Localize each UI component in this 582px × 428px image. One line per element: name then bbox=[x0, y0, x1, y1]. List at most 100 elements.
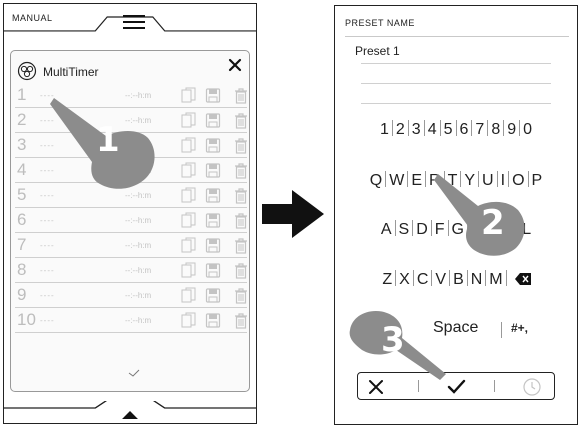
save-icon[interactable] bbox=[205, 287, 221, 304]
key-separator bbox=[449, 270, 451, 286]
key-7[interactable]: 7 bbox=[474, 121, 485, 139]
copy-icon[interactable] bbox=[181, 287, 197, 304]
copy-icon[interactable] bbox=[181, 237, 197, 254]
key-v[interactable]: V bbox=[434, 271, 447, 289]
key-separator bbox=[519, 120, 521, 136]
key-q[interactable]: Q bbox=[369, 172, 383, 190]
key-d[interactable]: D bbox=[415, 221, 429, 239]
input-line bbox=[361, 83, 551, 84]
timer-row[interactable]: 7 ---- --:--h:m bbox=[15, 233, 247, 258]
timer-row[interactable]: 6 ---- --:--h:m bbox=[15, 208, 247, 233]
key-separator bbox=[466, 270, 468, 286]
trash-icon[interactable] bbox=[233, 287, 249, 304]
keyboard-row-3: ZXCVBNM bbox=[335, 270, 577, 289]
key-e[interactable]: E bbox=[410, 172, 423, 190]
trash-icon[interactable] bbox=[233, 262, 249, 279]
key-w[interactable]: W bbox=[388, 172, 405, 190]
key-c[interactable]: C bbox=[416, 271, 430, 289]
trash-icon[interactable] bbox=[233, 112, 249, 129]
symbols-key[interactable]: #+, bbox=[511, 321, 528, 335]
timer-row[interactable]: 10 ---- --:--h:m bbox=[15, 308, 247, 333]
key-x[interactable]: X bbox=[398, 271, 411, 289]
save-icon[interactable] bbox=[205, 187, 221, 204]
timer-duration: --:--h:m bbox=[125, 316, 152, 325]
key-b[interactable]: B bbox=[452, 271, 465, 289]
timer-index: 6 bbox=[17, 210, 27, 229]
bottom-tab-shape[interactable] bbox=[4, 401, 256, 423]
trash-icon[interactable] bbox=[233, 237, 249, 254]
key-0[interactable]: 0 bbox=[522, 121, 533, 139]
save-icon[interactable] bbox=[205, 312, 221, 329]
key-separator bbox=[430, 220, 432, 236]
copy-icon[interactable] bbox=[181, 112, 197, 129]
key-a[interactable]: A bbox=[380, 221, 393, 239]
key-separator bbox=[501, 322, 502, 338]
key-3[interactable]: 3 bbox=[411, 121, 422, 139]
save-icon[interactable] bbox=[205, 237, 221, 254]
trash-icon[interactable] bbox=[233, 312, 249, 329]
copy-icon[interactable] bbox=[181, 137, 197, 154]
keyboard-digit-row: 1234567890 bbox=[335, 120, 577, 139]
close-icon[interactable] bbox=[227, 57, 243, 73]
bar-separator bbox=[418, 380, 419, 392]
key-8[interactable]: 8 bbox=[490, 121, 501, 139]
timer-index: 7 bbox=[17, 235, 27, 254]
key-separator bbox=[412, 220, 414, 236]
timer-duration: --:--h:m bbox=[125, 266, 152, 275]
backspace-icon[interactable] bbox=[514, 273, 531, 285]
timer-row[interactable]: 9 ---- --:--h:m bbox=[15, 283, 247, 308]
confirm-check-icon[interactable] bbox=[126, 367, 142, 379]
save-icon[interactable] bbox=[205, 137, 221, 154]
key-separator bbox=[485, 270, 487, 286]
key-separator bbox=[407, 171, 409, 187]
copy-icon[interactable] bbox=[181, 262, 197, 279]
preset-name-label: PRESET NAME bbox=[345, 18, 415, 28]
key-p[interactable]: P bbox=[531, 172, 544, 190]
key-5[interactable]: 5 bbox=[443, 121, 454, 139]
timer-duration: --:--h:m bbox=[125, 291, 152, 300]
timer-row[interactable]: 8 ---- --:--h:m bbox=[15, 258, 247, 283]
key-1[interactable]: 1 bbox=[379, 121, 390, 139]
key-n[interactable]: N bbox=[470, 271, 484, 289]
divider bbox=[345, 36, 569, 37]
trash-icon[interactable] bbox=[233, 87, 249, 104]
key-9[interactable]: 9 bbox=[506, 121, 517, 139]
key-separator bbox=[527, 171, 529, 187]
key-separator bbox=[412, 270, 414, 286]
save-icon[interactable] bbox=[205, 87, 221, 104]
key-s[interactable]: S bbox=[398, 221, 411, 239]
save-icon[interactable] bbox=[205, 212, 221, 229]
key-separator bbox=[425, 171, 427, 187]
copy-icon[interactable] bbox=[181, 162, 197, 179]
trash-icon[interactable] bbox=[233, 187, 249, 204]
key-6[interactable]: 6 bbox=[459, 121, 470, 139]
key-m[interactable]: M bbox=[488, 271, 503, 289]
copy-icon[interactable] bbox=[181, 312, 197, 329]
save-icon[interactable] bbox=[205, 162, 221, 179]
input-underline bbox=[361, 63, 551, 64]
copy-icon[interactable] bbox=[181, 212, 197, 229]
copy-icon[interactable] bbox=[181, 87, 197, 104]
confirm-check-icon[interactable] bbox=[446, 377, 466, 397]
key-separator bbox=[407, 120, 409, 136]
hamburger-icon[interactable] bbox=[123, 15, 145, 29]
save-icon[interactable] bbox=[205, 262, 221, 279]
preset-name-input[interactable]: Preset 1 bbox=[355, 44, 400, 58]
cancel-x-icon[interactable] bbox=[366, 377, 386, 397]
copy-icon[interactable] bbox=[181, 187, 197, 204]
tap-hand-step-2 bbox=[434, 174, 525, 256]
key-z[interactable]: Z bbox=[381, 271, 393, 289]
trash-icon[interactable] bbox=[233, 212, 249, 229]
save-icon[interactable] bbox=[205, 112, 221, 129]
trash-icon[interactable] bbox=[233, 162, 249, 179]
key-separator bbox=[385, 171, 387, 187]
timer-index: 2 bbox=[17, 110, 27, 129]
key-2[interactable]: 2 bbox=[395, 121, 406, 139]
trash-icon[interactable] bbox=[233, 137, 249, 154]
clock-icon[interactable] bbox=[522, 377, 542, 397]
timer-index: 3 bbox=[17, 135, 27, 154]
key-separator bbox=[391, 120, 393, 136]
key-4[interactable]: 4 bbox=[427, 121, 438, 139]
multitimer-icon bbox=[17, 61, 37, 81]
timer-name: ---- bbox=[40, 241, 55, 250]
